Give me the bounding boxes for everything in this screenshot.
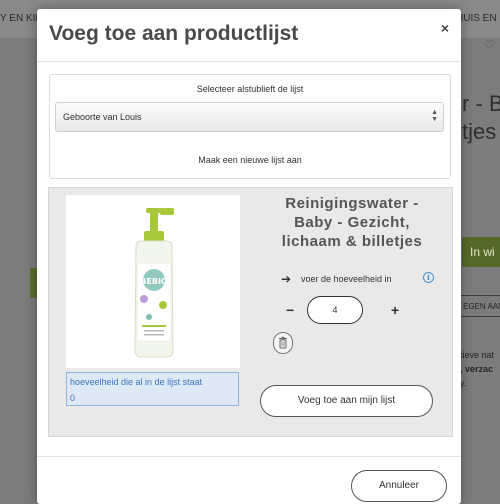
product-brand-logo: BEBIO: [140, 277, 168, 286]
close-button[interactable]: ×: [441, 20, 449, 36]
background-secondary-button: EGEN AAN: [458, 295, 500, 317]
background-desc-line: , verzac: [460, 364, 494, 374]
heart-icon: ♡: [484, 38, 495, 52]
modal-header: Voeg toe aan productlijst ×: [37, 9, 461, 62]
select-arrows-icon: ▲ ▼: [431, 109, 438, 123]
cancel-button[interactable]: Annuleer: [351, 470, 447, 502]
background-title-line: r - B: [462, 91, 500, 116]
modal-title: Voeg toe aan productlijst: [49, 22, 299, 45]
modal-footer-divider: [37, 456, 461, 457]
background-product-title: r - B tjes: [462, 90, 500, 146]
arrow-right-icon: ➔: [281, 272, 292, 286]
background-desc-line: y.: [460, 378, 467, 388]
background-desc-line: tieve nat: [460, 350, 495, 360]
list-select-label: Selecteer alstublieft de lijst: [196, 84, 304, 94]
product-name: Reinigingswater - Baby - Gezicht, lichaa…: [281, 195, 423, 250]
existing-quantity-box: hoeveelheid die al in de lijst staat 0: [66, 372, 239, 406]
quantity-label: voer de hoeveelheid in: [301, 274, 392, 284]
list-select-dropdown[interactable]: Geboorte van Louis ▲ ▼: [55, 102, 444, 132]
product-panel: BEBIO Reinigingswater - Baby - Gezicht, …: [48, 187, 453, 437]
existing-quantity-label: hoeveelheid die al in de lijst staat: [70, 377, 203, 387]
list-selection-panel: Selecteer alstublieft de lijst Geboorte …: [49, 74, 451, 179]
product-image: BEBIO: [66, 195, 240, 368]
existing-quantity-value: 0: [70, 393, 76, 403]
background-description: tieve nat , verzac y.: [460, 348, 494, 390]
create-new-list-link[interactable]: Maak een nieuwe lijst aan: [50, 155, 450, 165]
trash-icon: [279, 336, 287, 349]
background-title-line: tjes: [462, 119, 497, 144]
background-add-to-cart-button: In wi: [462, 237, 500, 267]
background-nav-item: HUIS EN: [456, 13, 497, 24]
quantity-input[interactable]: 4: [307, 296, 363, 324]
decrease-quantity-button[interactable]: −: [286, 302, 294, 318]
add-to-product-list-modal: Voeg toe aan productlijst × Selecteer al…: [37, 9, 461, 504]
increase-quantity-button[interactable]: +: [391, 302, 399, 318]
delete-button[interactable]: [273, 332, 293, 354]
bottle-illustration: BEBIO: [134, 208, 174, 358]
info-icon[interactable]: i: [423, 272, 434, 283]
add-to-list-button[interactable]: Voeg toe aan mijn lijst: [260, 385, 433, 417]
list-select-value: Geboorte van Louis: [63, 112, 142, 122]
